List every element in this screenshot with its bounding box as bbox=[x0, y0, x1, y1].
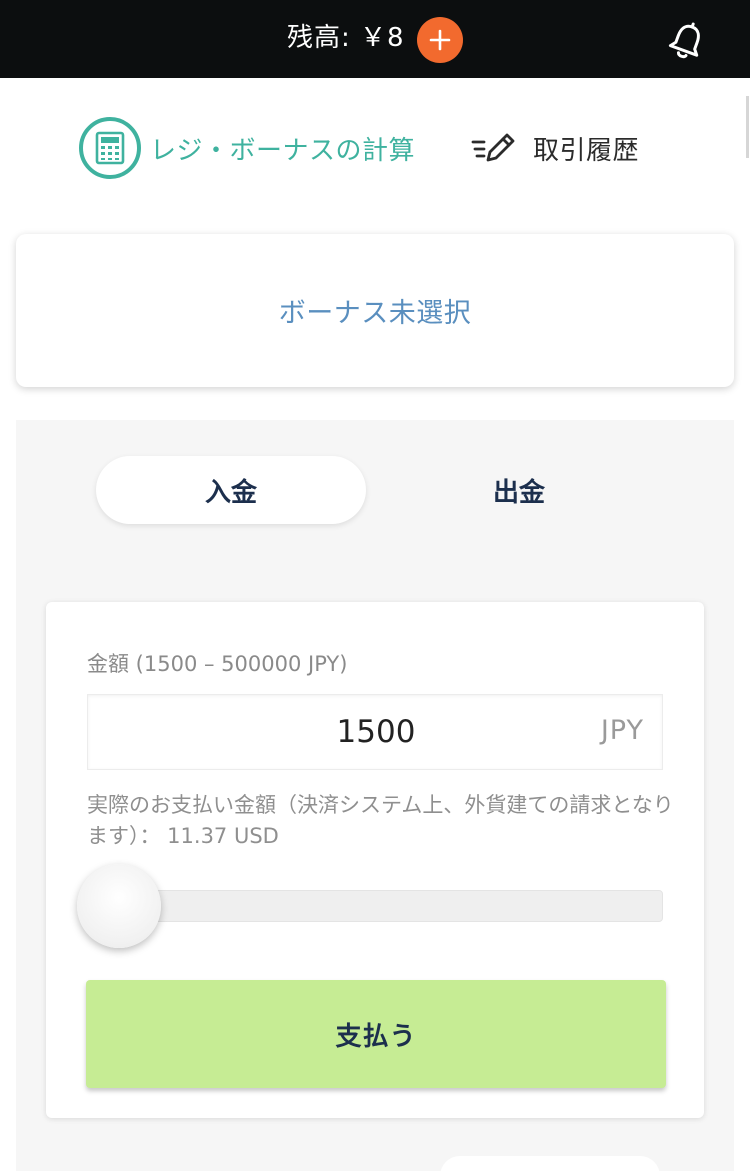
amount-slider-handle[interactable] bbox=[77, 864, 161, 948]
notifications-button[interactable] bbox=[662, 16, 712, 66]
plus-icon bbox=[429, 29, 451, 51]
currency-suffix: JPY bbox=[600, 715, 644, 746]
amount-slider-track[interactable] bbox=[87, 890, 663, 922]
next-section-button[interactable] bbox=[440, 1156, 660, 1171]
amount-label: 金額 (1500 – 500000 JPY) bbox=[87, 652, 348, 676]
top-bar: 残高: ￥8 bbox=[0, 0, 750, 78]
scroll-edge bbox=[746, 96, 749, 158]
bonus-selector[interactable]: ボーナス未選択 bbox=[16, 234, 734, 387]
pay-button[interactable]: 支払う bbox=[86, 980, 666, 1088]
bonus-selector-label: ボーナス未選択 bbox=[278, 298, 472, 329]
transaction-history-link[interactable]: 取引履歴 bbox=[470, 126, 639, 170]
tab-deposit-label: 入金 bbox=[204, 477, 257, 508]
add-funds-button[interactable] bbox=[417, 17, 463, 63]
transaction-history-label: 取引履歴 bbox=[533, 135, 640, 166]
amount-input[interactable] bbox=[88, 695, 664, 769]
calculator-icon bbox=[95, 131, 125, 165]
bonus-calculator-label: レジ・ボーナスの計算 bbox=[150, 135, 416, 166]
calculator-icon-badge bbox=[79, 117, 141, 179]
tab-withdraw-label: 出金 bbox=[492, 477, 545, 508]
pencil-edit-icon bbox=[471, 133, 515, 162]
balance-label: 残高: ￥8 bbox=[287, 23, 405, 53]
actual-payment-note: 実際のお支払い金額（決済システム上、外貨建ての請求となります）： 11.37 U… bbox=[87, 793, 674, 848]
tab-deposit[interactable]: 入金 bbox=[96, 456, 366, 524]
tab-withdraw[interactable]: 出金 bbox=[384, 456, 654, 524]
bonus-calculator-link[interactable]: レジ・ボーナスの計算 bbox=[79, 117, 415, 179]
pay-button-label: 支払う bbox=[335, 1021, 417, 1052]
bell-icon bbox=[668, 22, 700, 59]
amount-field: JPY bbox=[87, 694, 664, 770]
